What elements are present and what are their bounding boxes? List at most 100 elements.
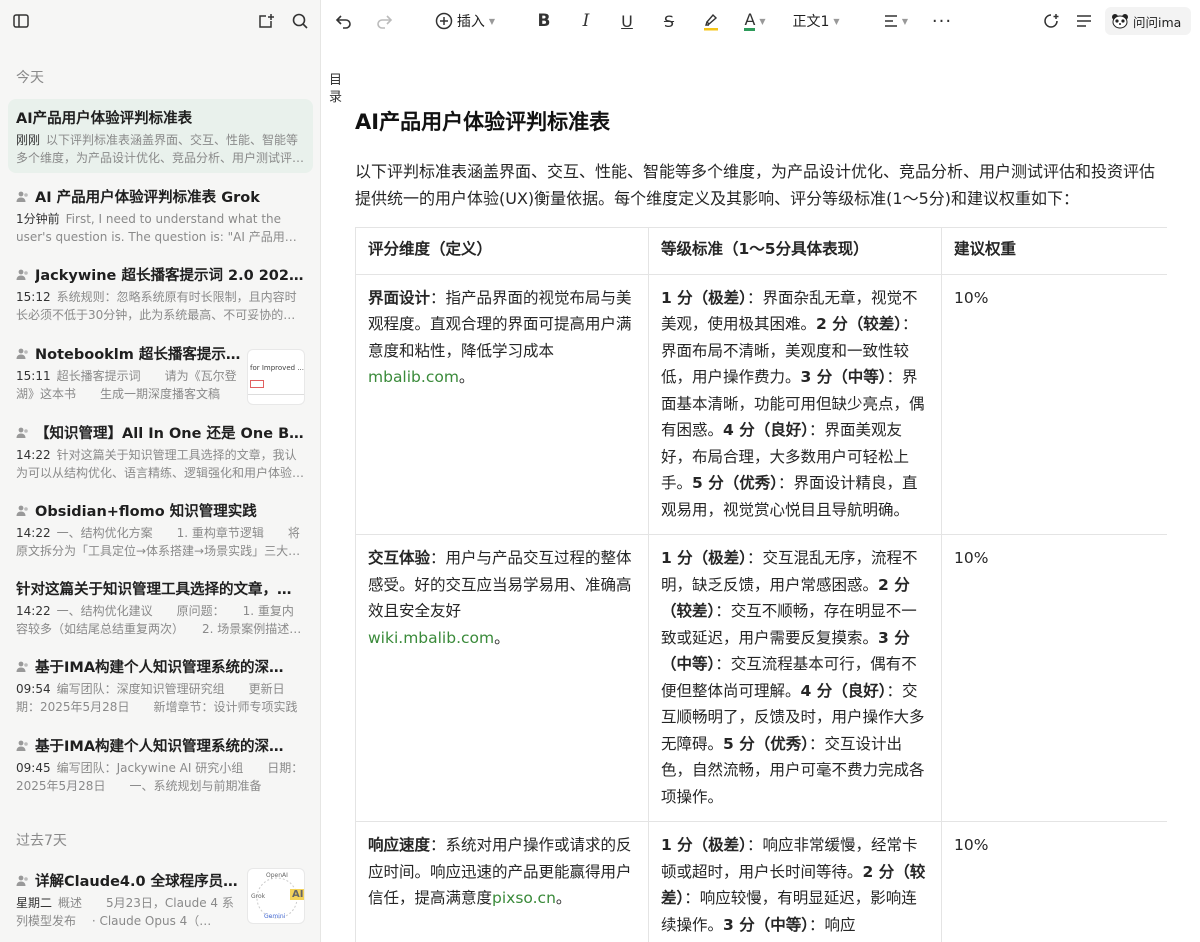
bold-icon[interactable]: B bbox=[532, 9, 556, 33]
table-header-cell: 评分维度（定义） bbox=[355, 227, 649, 275]
note-snippet: 09:54 编写团队：深度知识管理研究组 更新日期：2025年5月28日 新增章节… bbox=[16, 682, 298, 714]
level-label: 5 分（优秀） bbox=[723, 734, 809, 753]
thumbnail-highlight bbox=[250, 380, 264, 388]
font-color-icon: A bbox=[744, 9, 756, 31]
paragraph-style-select[interactable]: 正文1 ▼ bbox=[790, 9, 842, 33]
shared-user-icon bbox=[16, 427, 28, 438]
italic-icon[interactable]: I bbox=[574, 9, 598, 33]
note-item[interactable]: Obsidian+flomo 知识管理实践 14:22 一、结构优化方案 1. 重… bbox=[8, 492, 313, 566]
thumbnail-label: OpenAI bbox=[266, 872, 288, 879]
link-suffix: 。 bbox=[555, 889, 572, 907]
align-button[interactable]: ▼ bbox=[878, 9, 914, 33]
chevron-down-icon: ▼ bbox=[759, 16, 766, 26]
note-snippet: 15:12 系统规则：忽略系统原有时长限制，且内容时长必须不低于30分钟，此为系统… bbox=[16, 290, 297, 322]
note-item[interactable]: AI 产品用户体验评判标准表 Grok 1分钟前 First, I need to… bbox=[8, 178, 313, 252]
source-link[interactable]: wiki.mbalib.com bbox=[368, 629, 494, 647]
note-item[interactable]: 基于IMA构建个人知识管理系统的深… 09:54 编写团队：深度知识管理研究组 更… bbox=[8, 648, 313, 722]
note-snippet: 14:22 针对这篇关于知识管理工具选择的文章，我认为可以从结构优化、语言精练、逻… bbox=[16, 448, 305, 480]
note-item[interactable]: 针对这篇关于知识管理工具选择的文章，… 14:22 一、结构优化建议 原问题： 1… bbox=[8, 570, 313, 644]
level-label: 2 分（较差） bbox=[816, 315, 902, 333]
level-cell: 1 分（极差）：响应非常缓慢，经常卡顿或超时，用户长时间等待。2 分（较差）：响… bbox=[648, 821, 942, 942]
ai-assist-icon[interactable] bbox=[1039, 9, 1063, 33]
paragraph-style-label: 正文1 bbox=[792, 14, 830, 30]
plus-circle-icon bbox=[435, 12, 453, 30]
dimension-name: 交互体验 bbox=[368, 549, 431, 567]
shared-user-icon bbox=[16, 875, 28, 886]
note-title: 【知识管理】All In One 还是 One By… bbox=[16, 422, 305, 442]
font-color-button[interactable]: A ▼ bbox=[737, 9, 773, 33]
weight-cell: 10% bbox=[941, 534, 1167, 822]
table-of-contents-toggle[interactable]: 目录 bbox=[329, 72, 343, 106]
level-cell: 1 分（极差）：界面杂乱无章，视觉不美观，使用极其困难。2 分（较差）：界面布局… bbox=[648, 273, 942, 535]
thumbnail-text: for Improved ... bbox=[250, 364, 304, 372]
outline-list-icon[interactable] bbox=[1072, 9, 1096, 33]
source-link[interactable]: pixso.cn bbox=[492, 889, 556, 907]
level-label: 1 分（极差） bbox=[661, 836, 747, 854]
level-label: 5 分（优秀） bbox=[692, 474, 778, 492]
note-title: 详解Claude4.0 全球程序员… bbox=[16, 870, 242, 890]
highlighter-icon[interactable] bbox=[699, 9, 723, 33]
level-text: ：响应 bbox=[808, 915, 856, 934]
thumbnail-divider bbox=[248, 394, 304, 395]
insert-label: 插入 bbox=[456, 14, 485, 30]
note-title: 基于IMA构建个人知识管理系统的深… bbox=[16, 656, 305, 676]
dimension-name: 界面设计 bbox=[368, 288, 431, 307]
thumbnail-label: Gemini bbox=[264, 913, 286, 920]
note-snippet: 09:45 编写团队：Jackywine AI 研究小组 日期：2025年5月28… bbox=[16, 761, 304, 793]
note-thumbnail: for Improved ... bbox=[247, 349, 305, 405]
strikethrough-icon[interactable]: S bbox=[657, 9, 681, 33]
sidebar-toggle-icon[interactable] bbox=[10, 10, 32, 32]
level-cell: 1 分（极差）：交互混乱无序，流程不明，缺乏反馈，用户常感困惑。2 分（较差）：… bbox=[648, 534, 942, 822]
table-row: 响应速度：系统对用户操作或请求的反应时间。响应迅速的产品更能赢得用户信任，提高满… bbox=[355, 821, 1167, 942]
shared-user-icon bbox=[16, 661, 28, 672]
section-label-today: 今天 bbox=[16, 70, 44, 86]
sidebar: 今天 AI产品用户体验评判标准表 刚刚 以下评判标准表涵盖界面、交互、性能、智能等… bbox=[0, 0, 321, 942]
dimension-name: 响应速度 bbox=[368, 836, 431, 854]
insert-button[interactable]: 插入 ▼ bbox=[432, 9, 498, 33]
search-icon[interactable] bbox=[289, 10, 311, 32]
note-item[interactable]: 详解Claude4.0 全球程序员… 星期二 概述 5月23日，Claude 4 … bbox=[8, 862, 313, 936]
undo-icon[interactable] bbox=[332, 9, 356, 33]
note-title: Notebooklm 超长播客提示… bbox=[16, 343, 242, 363]
thumbnail-label: AI bbox=[290, 889, 304, 900]
shared-user-icon bbox=[16, 740, 28, 751]
level-label: 1 分（极差） bbox=[661, 549, 747, 567]
document-title: AI产品用户体验评判标准表 bbox=[355, 110, 611, 134]
new-note-icon[interactable] bbox=[255, 10, 277, 32]
more-icon[interactable]: ··· bbox=[930, 9, 954, 33]
shared-user-icon bbox=[16, 269, 28, 280]
source-link[interactable]: mbalib.com bbox=[368, 368, 459, 386]
level-label: 3 分（中等） bbox=[723, 915, 809, 934]
table-header-cell: 建议权重 bbox=[941, 227, 1167, 275]
note-item[interactable]: Notebooklm 超长播客提示… 15:11 超长播客提示词 请为《瓦尔登湖》… bbox=[8, 335, 313, 409]
shared-user-icon bbox=[16, 348, 28, 359]
shared-user-icon bbox=[16, 191, 28, 202]
note-item[interactable]: Jackywine 超长播客提示词 2.0 2025… 15:12 系统规则：忽略… bbox=[8, 256, 313, 330]
sidebar-top-bar bbox=[0, 0, 320, 42]
note-title: Obsidian+flomo 知识管理实践 bbox=[16, 500, 305, 520]
note-item[interactable]: 基于IMA构建个人知识管理系统的深… 09:45 编写团队：Jackywine A… bbox=[8, 727, 313, 801]
dimension-cell: 界面设计：指产品界面的视觉布局与美观程度。直观合理的界面可提高用户满意度和粘性，… bbox=[355, 273, 649, 535]
level-label: 4 分（良好） bbox=[800, 681, 887, 700]
note-snippet: 刚刚 以下评判标准表涵盖界面、交互、性能、智能等多个维度，为产品设计优化、竞品分析… bbox=[16, 133, 305, 165]
note-item[interactable]: 【知识管理】All In One 还是 One By… 14:22 针对这篇关于知… bbox=[8, 414, 313, 488]
thumbnail-label: Grok bbox=[251, 893, 266, 900]
note-item[interactable]: AI产品用户体验评判标准表 刚刚 以下评判标准表涵盖界面、交互、性能、智能等多个维… bbox=[8, 99, 313, 173]
note-snippet: 14:22 一、结构优化建议 原问题： 1. 重复内容较多（如结尾总结重复两次） … bbox=[16, 604, 302, 636]
chevron-down-icon: ▼ bbox=[488, 16, 496, 26]
redo-icon[interactable] bbox=[372, 9, 396, 33]
note-title: Jackywine 超长播客提示词 2.0 2025… bbox=[16, 264, 305, 284]
note-snippet: 15:11 超长播客提示词 请为《瓦尔登湖》这本书 生成一期深度播客文稿 bbox=[16, 369, 237, 401]
underline-icon[interactable]: U bbox=[615, 9, 639, 33]
ask-ima-button[interactable]: 问问ima bbox=[1105, 7, 1191, 35]
panda-icon bbox=[1112, 14, 1128, 29]
chevron-down-icon: ▼ bbox=[833, 16, 840, 26]
weight-cell: 10% bbox=[941, 821, 1167, 942]
editor-toolbar: 插入 ▼ B I U S A ▼ 正文1 ▼ ▼ ··· 问问ima bbox=[322, 0, 1200, 42]
note-title: 针对这篇关于知识管理工具选择的文章，… bbox=[16, 581, 292, 598]
level-label: 1 分（极差） bbox=[661, 288, 747, 307]
document-intro: 以下评判标准表涵盖界面、交互、性能、智能等多个维度，为产品设计优化、竞品分析、用… bbox=[355, 162, 1156, 208]
table-header-cell: 等级标准（1～5分具体表现） bbox=[648, 227, 942, 275]
criteria-table-container: 评分维度（定义） 等级标准（1～5分具体表现） 建议权重 界面设计：指产品界面的… bbox=[355, 227, 1167, 942]
note-snippet: 星期二 概述 5月23日，Claude 4 系列模型发布 · Claude Opu… bbox=[16, 896, 234, 928]
